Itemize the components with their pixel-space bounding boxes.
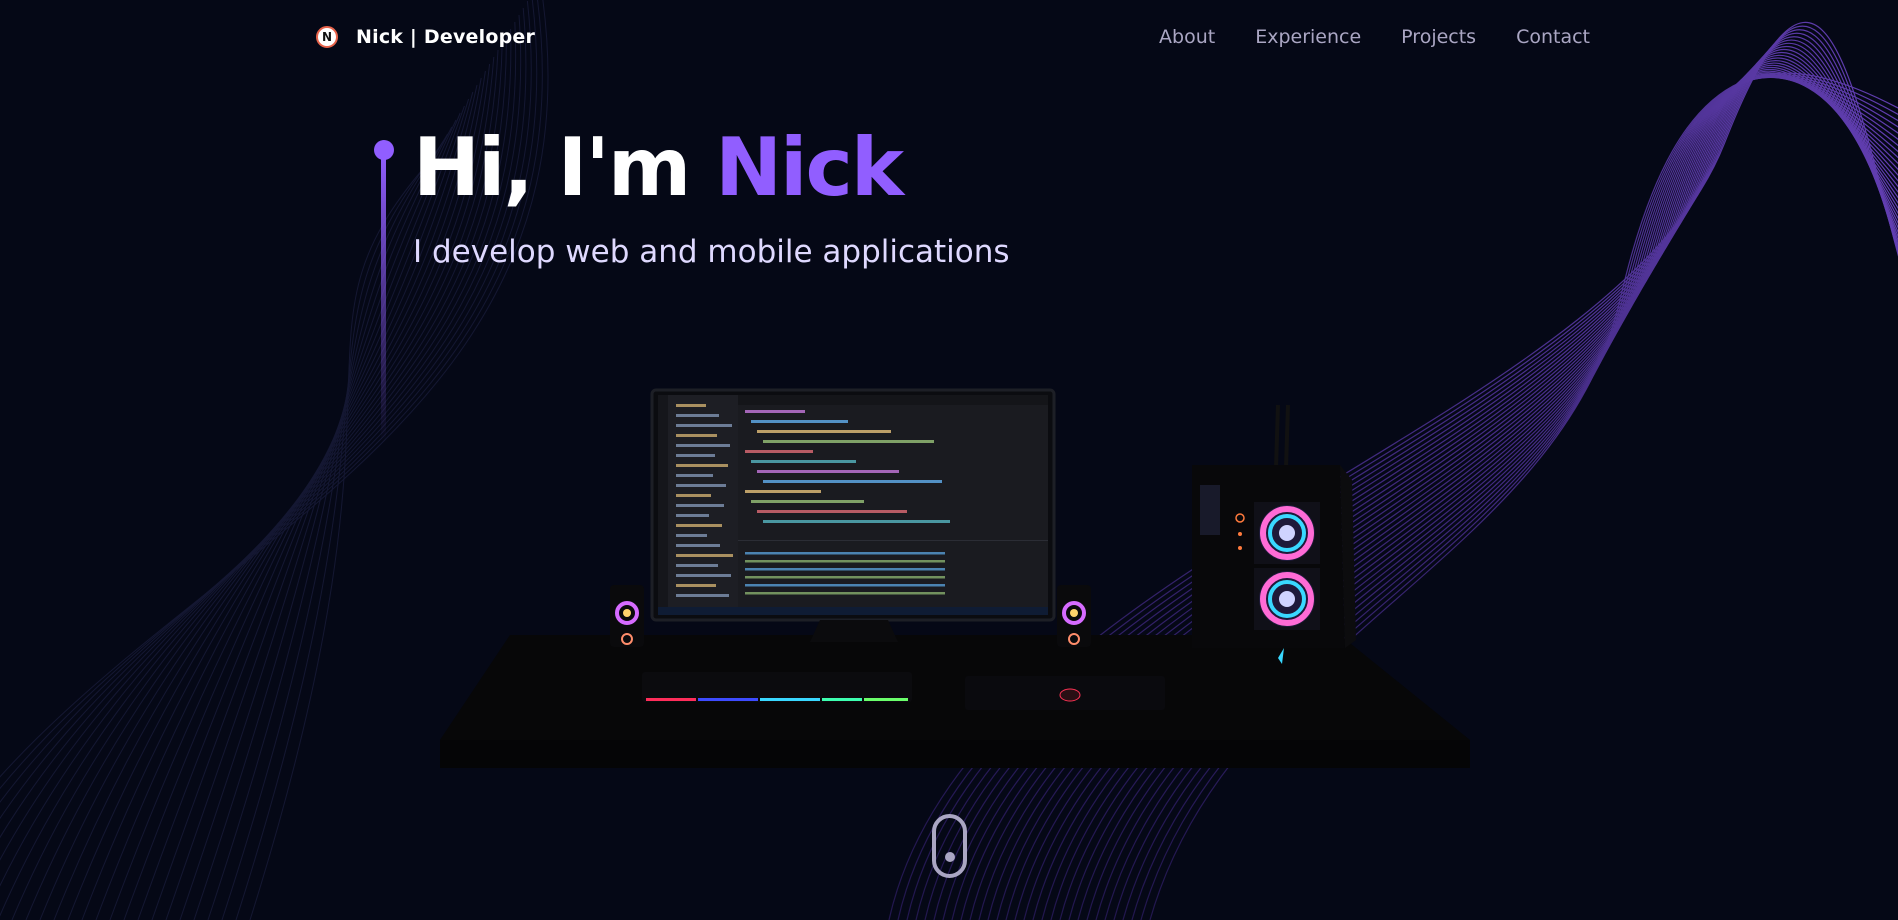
nav-link-experience[interactable]: Experience xyxy=(1255,26,1361,48)
hero-greeting: Hi, I'm xyxy=(413,121,716,214)
editor-activity-bar xyxy=(658,395,668,615)
rgb-keyboard xyxy=(642,672,912,702)
scroll-dot xyxy=(945,852,955,862)
hero-name: Nick xyxy=(715,121,904,214)
desk xyxy=(440,635,1470,740)
editor-status-bar xyxy=(658,607,1048,615)
editor-tabs xyxy=(738,395,1048,405)
brand-name: Nick | Developer xyxy=(356,26,536,48)
pc-tower xyxy=(1192,404,1356,664)
desk-edge xyxy=(440,740,1470,768)
terminal-divider xyxy=(738,540,1048,541)
mouse xyxy=(1059,688,1081,702)
nav-links: About Experience Projects Contact xyxy=(1159,26,1590,48)
nav-link-about[interactable]: About xyxy=(1159,26,1215,48)
nav-link-projects[interactable]: Projects xyxy=(1401,26,1476,48)
scroll-down-indicator[interactable] xyxy=(932,814,967,878)
nav-link-contact[interactable]: Contact xyxy=(1516,26,1590,48)
desk-setup-illustration[interactable] xyxy=(420,380,1500,800)
accent-line xyxy=(381,152,386,442)
right-speaker xyxy=(1057,585,1091,647)
monitor-stand xyxy=(810,620,898,642)
hero-title: Hi, I'm Nick xyxy=(413,126,904,210)
hero-subtitle: I develop web and mobile applications xyxy=(413,234,1010,270)
navbar: N Nick | Developer About Experience Proj… xyxy=(0,0,1898,78)
brand-link[interactable]: N Nick | Developer xyxy=(316,26,535,48)
n-logo-icon: N xyxy=(316,26,338,48)
left-speaker xyxy=(610,585,644,647)
